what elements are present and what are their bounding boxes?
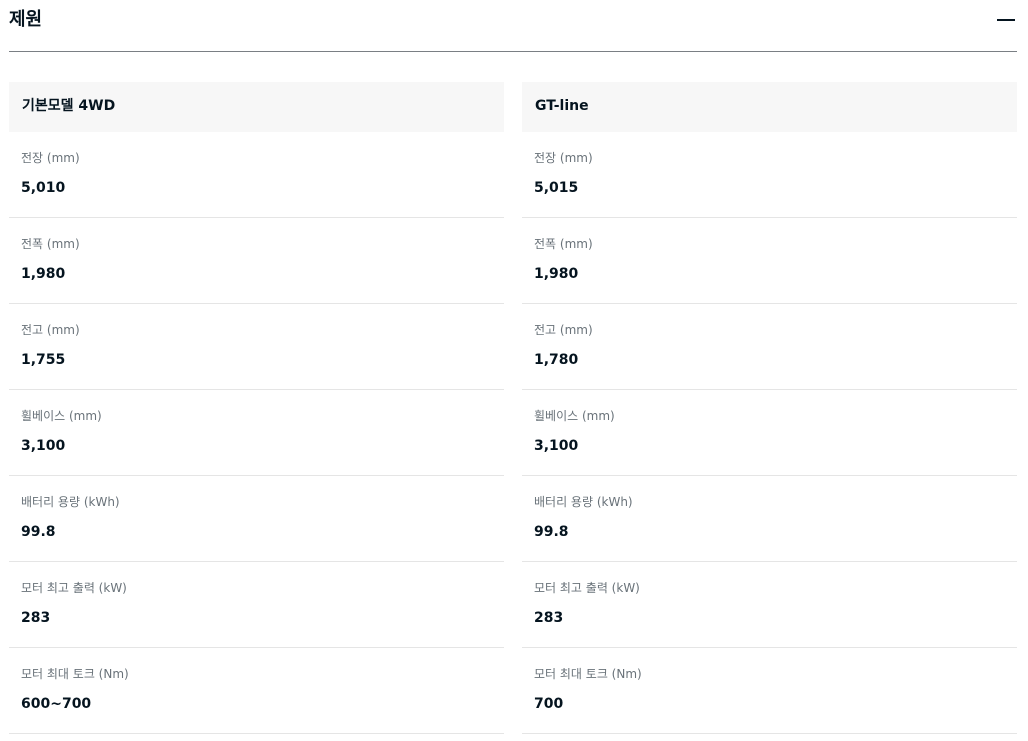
spec-label: 모터 최고 출력 (kW) <box>534 581 640 595</box>
spec-row-wheelbase: 휠베이스 (mm) 3,100 <box>9 390 504 476</box>
spec-row-length: 전장 (mm) 5,010 <box>9 132 504 218</box>
spec-label: 모터 최대 토크 (Nm) <box>534 667 642 681</box>
spec-value: 283 <box>21 610 51 626</box>
spec-label: 전폭 (mm) <box>534 237 593 251</box>
spec-row-width: 전폭 (mm) 1,980 <box>522 218 1017 304</box>
spec-row-power: 모터 최고 출력 (kW) 283 <box>522 562 1017 648</box>
spec-label: 모터 최대 토크 (Nm) <box>21 667 129 681</box>
spec-value: 283 <box>534 610 564 626</box>
spec-label: 전고 (mm) <box>21 323 80 337</box>
spec-value: 3,100 <box>21 438 66 454</box>
spec-column-base-4wd: 기본모델 4WD 전장 (mm) 5,010 전폭 (mm) 1,980 전고 … <box>9 82 504 734</box>
spec-row-width: 전폭 (mm) 1,980 <box>9 218 504 304</box>
column-title: GT-line <box>535 98 589 114</box>
spec-row-height: 전고 (mm) 1,780 <box>522 304 1017 390</box>
spec-value: 5,015 <box>534 180 579 196</box>
spec-value: 3,100 <box>534 438 579 454</box>
spec-value: 700 <box>534 696 564 712</box>
spec-value: 99.8 <box>534 524 569 540</box>
spec-value: 1,980 <box>534 266 579 282</box>
column-header: 기본모델 4WD <box>9 82 504 132</box>
spec-row-battery: 배터리 용량 (kWh) 99.8 <box>9 476 504 562</box>
spec-label: 배터리 용량 (kWh) <box>21 495 120 509</box>
spec-row-wheelbase: 휠베이스 (mm) 3,100 <box>522 390 1017 476</box>
spec-label: 전폭 (mm) <box>21 237 80 251</box>
spec-row-torque: 모터 최대 토크 (Nm) 700 <box>522 648 1017 734</box>
spec-label: 배터리 용량 (kWh) <box>534 495 633 509</box>
spec-value: 600~700 <box>21 696 92 712</box>
spec-label: 모터 최고 출력 (kW) <box>21 581 127 595</box>
spec-label: 휠베이스 (mm) <box>21 409 102 423</box>
spec-label: 휠베이스 (mm) <box>534 409 615 423</box>
column-title: 기본모델 4WD <box>22 98 116 114</box>
specs-section-header[interactable]: 제원 <box>9 0 1017 52</box>
spec-value: 1,980 <box>21 266 66 282</box>
spec-label: 전장 (mm) <box>21 151 80 165</box>
section-title: 제원 <box>9 9 43 30</box>
spec-row-torque: 모터 최대 토크 (Nm) 600~700 <box>9 648 504 734</box>
spec-column-gt-line: GT-line 전장 (mm) 5,015 전폭 (mm) 1,980 전고 (… <box>522 82 1017 734</box>
spec-row-length: 전장 (mm) 5,015 <box>522 132 1017 218</box>
spec-row-height: 전고 (mm) 1,755 <box>9 304 504 390</box>
spec-value: 1,780 <box>534 352 579 368</box>
spec-row-power: 모터 최고 출력 (kW) 283 <box>9 562 504 648</box>
column-header: GT-line <box>522 82 1017 132</box>
spec-row-battery: 배터리 용량 (kWh) 99.8 <box>522 476 1017 562</box>
collapse-button[interactable] <box>995 8 1017 32</box>
spec-label: 전장 (mm) <box>534 151 593 165</box>
minus-icon <box>997 19 1015 21</box>
spec-value: 99.8 <box>21 524 56 540</box>
spec-value: 5,010 <box>21 180 66 196</box>
spec-value: 1,755 <box>21 352 66 368</box>
spec-label: 전고 (mm) <box>534 323 593 337</box>
